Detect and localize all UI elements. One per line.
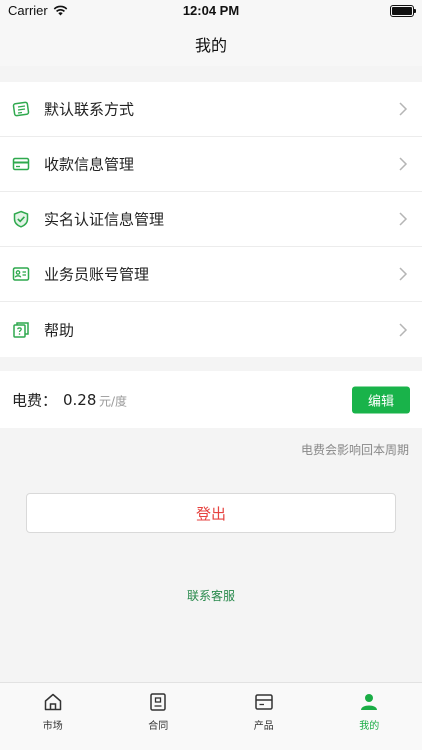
tab-label: 产品	[253, 721, 274, 732]
tab-label: 市场	[42, 721, 63, 732]
menu-item-default-contact[interactable]: 默认联系方式	[0, 82, 422, 137]
status-time: 12:04 PM	[182, 3, 240, 18]
contact-support-link[interactable]: 联系客服	[0, 587, 422, 604]
status-bar: Carrier 12:04 PM	[0, 0, 422, 22]
fee-unit: 元/度	[99, 394, 128, 409]
menu-item-realname-verification[interactable]: 实名认证信息管理	[0, 192, 422, 247]
menu-item-label: 业务员账号管理	[44, 265, 150, 284]
tab-product[interactable]: 产品	[211, 683, 317, 750]
menu-item-salesperson-accounts[interactable]: 业务员账号管理	[0, 247, 422, 302]
tab-market[interactable]: 市场	[0, 683, 106, 750]
home-icon	[44, 693, 61, 711]
tab-label: 合同	[148, 721, 169, 732]
menu-item-payment-info[interactable]: 收款信息管理	[0, 137, 422, 192]
fee-note: 电费会影响回本周期	[300, 443, 409, 457]
tab-mine[interactable]: 我的	[317, 683, 422, 750]
contact-card-icon	[12, 100, 30, 118]
logout-button[interactable]: 登出	[26, 493, 396, 533]
page-title: 我的	[194, 36, 227, 55]
chevron-right-icon	[399, 102, 408, 116]
tab-bar: 市场 合同 产品 我的	[0, 682, 422, 750]
chevron-right-icon	[399, 267, 408, 281]
tab-contract[interactable]: 合同	[106, 683, 212, 750]
nav-bar: 我的	[0, 22, 422, 66]
settings-menu: 默认联系方式 收款信息管理 实名认证信息管理 业务员账号管理 帮助	[0, 82, 422, 357]
contact-support-label: 联系客服	[186, 589, 235, 603]
contract-icon	[150, 693, 166, 711]
bank-card-icon	[12, 155, 30, 173]
tab-label: 我的	[359, 721, 380, 732]
chevron-right-icon	[399, 212, 408, 226]
menu-item-label: 收款信息管理	[44, 155, 135, 174]
fee-label: 电费：	[12, 391, 58, 409]
shield-check-icon	[12, 210, 30, 228]
fee-value: 0.28	[63, 390, 97, 409]
edit-fee-button[interactable]: 编辑	[352, 386, 410, 413]
chevron-right-icon	[399, 157, 408, 171]
menu-item-label: 帮助	[44, 321, 75, 339]
person-icon	[361, 694, 378, 710]
id-card-icon	[12, 265, 30, 283]
help-book-icon	[12, 321, 30, 339]
menu-item-label: 实名认证信息管理	[44, 210, 165, 229]
product-icon	[255, 694, 273, 710]
chevron-right-icon	[399, 322, 408, 337]
battery-icon	[390, 5, 416, 17]
menu-item-help[interactable]: 帮助	[0, 302, 422, 357]
menu-item-label: 默认联系方式	[44, 100, 135, 119]
electricity-fee-row: 电费： 0.28 元/度 编辑	[0, 371, 422, 428]
